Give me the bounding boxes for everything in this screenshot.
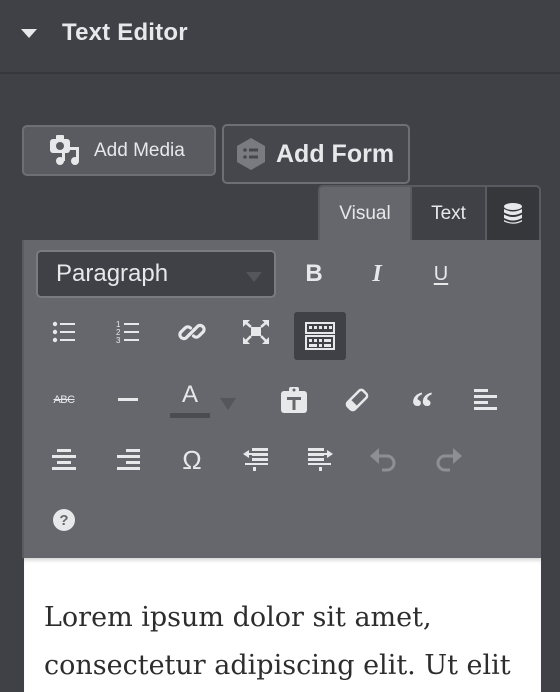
paste-text-icon bbox=[280, 386, 308, 414]
align-center-icon bbox=[52, 449, 76, 471]
indent-button[interactable] bbox=[294, 436, 346, 484]
camera-music-icon bbox=[50, 134, 84, 167]
special-character-button[interactable]: Ω bbox=[166, 436, 218, 484]
align-right-button[interactable] bbox=[102, 436, 154, 484]
add-form-button[interactable]: Add Form bbox=[222, 124, 410, 184]
svg-text:3: 3 bbox=[116, 336, 121, 344]
text-color-swatch bbox=[170, 412, 210, 418]
format-select[interactable]: Paragraph bbox=[36, 250, 276, 298]
help-icon: ? bbox=[53, 509, 75, 531]
panel-edge bbox=[541, 240, 560, 692]
strikethrough-button[interactable]: ABC bbox=[38, 376, 90, 424]
quote-icon: “ bbox=[411, 383, 433, 432]
link-icon bbox=[178, 318, 206, 346]
editor-content-area[interactable]: Lorem ipsum dolor sit amet, consectetur … bbox=[24, 558, 541, 692]
database-icon bbox=[503, 202, 523, 225]
chevron-down-icon bbox=[220, 398, 236, 410]
format-select-value: Paragraph bbox=[56, 260, 169, 287]
section-title: Text Editor bbox=[62, 19, 188, 46]
numbered-list-button[interactable]: 123 bbox=[102, 308, 154, 356]
bulleted-list-button[interactable] bbox=[38, 308, 90, 356]
undo-icon bbox=[370, 447, 398, 473]
align-left-button[interactable] bbox=[460, 376, 512, 424]
tab-database[interactable] bbox=[487, 185, 541, 240]
chevron-down-icon bbox=[246, 272, 262, 282]
help-button[interactable]: ? bbox=[38, 496, 90, 544]
redo-icon bbox=[434, 447, 462, 473]
bold-icon: B bbox=[305, 260, 323, 287]
outdent-button[interactable] bbox=[230, 436, 282, 484]
italic-button[interactable]: I bbox=[351, 250, 403, 298]
text-color-dropdown[interactable] bbox=[214, 380, 242, 428]
toolbar-toggle-button[interactable] bbox=[294, 312, 346, 360]
add-media-label: Add Media bbox=[94, 139, 185, 161]
tab-visual[interactable]: Visual bbox=[318, 185, 412, 240]
italic-icon: I bbox=[372, 260, 382, 287]
bulleted-list-icon bbox=[52, 321, 76, 343]
clear-formatting-button[interactable] bbox=[331, 376, 383, 424]
strikethrough-icon: ABC bbox=[53, 394, 75, 406]
section-header[interactable]: Text Editor bbox=[0, 0, 560, 74]
caret-down-icon[interactable] bbox=[21, 29, 37, 38]
editor-toolbar: Paragraph B I U 123 ABC A “ Ω ? bbox=[22, 240, 543, 558]
underline-button[interactable]: U bbox=[415, 250, 467, 298]
keyboard-icon bbox=[305, 322, 335, 350]
eraser-icon bbox=[344, 387, 370, 413]
outdent-icon bbox=[243, 448, 269, 472]
omega-icon: Ω bbox=[182, 444, 202, 475]
fullscreen-button[interactable] bbox=[230, 308, 282, 356]
indent-icon bbox=[307, 448, 333, 472]
bold-button[interactable]: B bbox=[288, 250, 340, 298]
numbered-list-icon: 123 bbox=[116, 320, 140, 344]
editor-tabs: Visual Text bbox=[318, 185, 541, 240]
align-center-button[interactable] bbox=[38, 436, 90, 484]
redo-button[interactable] bbox=[422, 436, 474, 484]
paste-as-text-button[interactable] bbox=[268, 376, 320, 424]
undo-button[interactable] bbox=[358, 436, 410, 484]
add-media-button[interactable]: Add Media bbox=[22, 125, 216, 176]
fullscreen-icon bbox=[242, 319, 270, 345]
text-color-icon: A bbox=[181, 380, 198, 408]
form-list-icon bbox=[236, 138, 266, 170]
blockquote-button[interactable]: “ bbox=[396, 376, 448, 430]
align-left-icon bbox=[474, 389, 498, 411]
insert-link-button[interactable] bbox=[166, 308, 218, 356]
align-right-icon bbox=[116, 449, 140, 471]
add-form-label: Add Form bbox=[276, 139, 395, 168]
underline-icon: U bbox=[433, 262, 449, 285]
tab-text[interactable]: Text bbox=[412, 185, 487, 240]
horizontal-line-icon bbox=[118, 398, 138, 402]
text-color-button[interactable]: A bbox=[164, 376, 216, 424]
horizontal-line-button[interactable] bbox=[102, 376, 154, 424]
editor-text[interactable]: Lorem ipsum dolor sit amet, consectetur … bbox=[44, 594, 529, 690]
